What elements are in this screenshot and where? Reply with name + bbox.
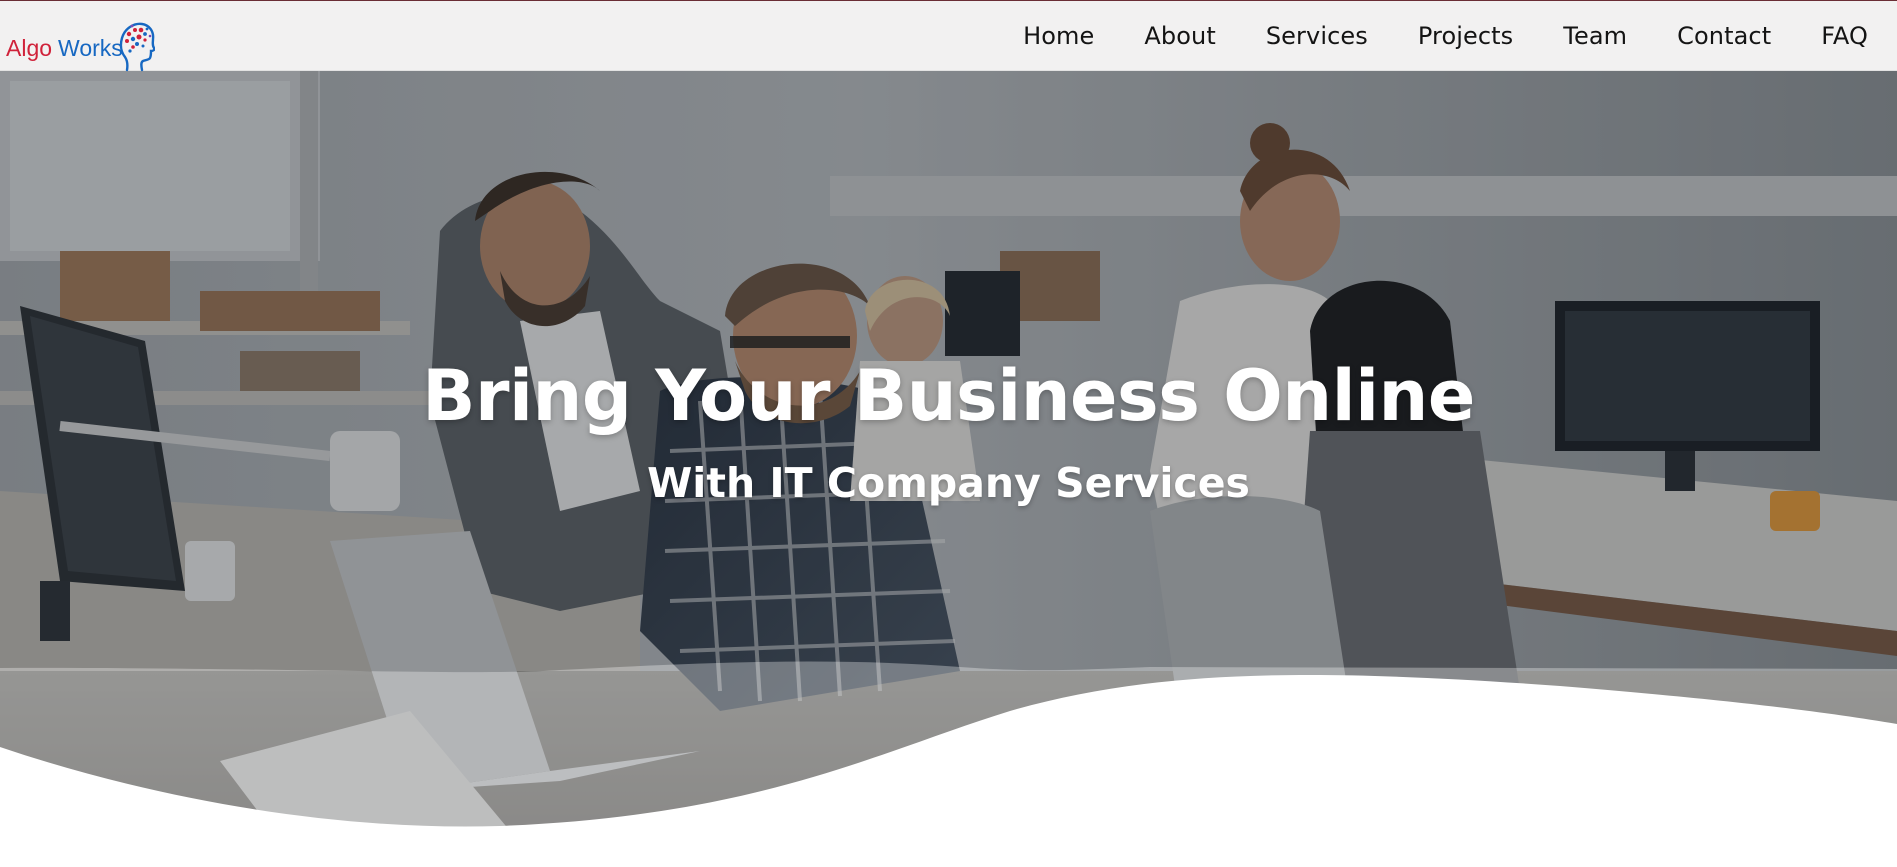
main-navigation: Home About Services Projects Team Contac… — [973, 1, 1868, 71]
nav-link-projects[interactable]: Projects — [1418, 22, 1513, 50]
hero-title: Bring Your Business Online — [422, 355, 1475, 437]
hero-subtitle: With IT Company Services — [647, 459, 1250, 507]
brand-name-part1: Algo — [6, 35, 53, 61]
nav-link-about[interactable]: About — [1144, 22, 1215, 50]
brand-logo[interactable]: Algo Works — [6, 18, 155, 72]
nav-link-faq[interactable]: FAQ — [1821, 22, 1868, 50]
navbar: Algo Works Home About Services Projects … — [0, 1, 1897, 72]
nav-link-home[interactable]: Home — [1023, 22, 1094, 50]
hero-section: Bring Your Business Online With IT Compa… — [0, 71, 1897, 867]
brand-name: Algo Works — [6, 37, 123, 72]
brand-name-part2: Works — [58, 35, 123, 61]
brain-head-icon — [119, 22, 155, 72]
nav-link-services[interactable]: Services — [1266, 22, 1368, 50]
nav-link-team[interactable]: Team — [1563, 22, 1627, 50]
nav-link-contact[interactable]: Contact — [1677, 22, 1771, 50]
